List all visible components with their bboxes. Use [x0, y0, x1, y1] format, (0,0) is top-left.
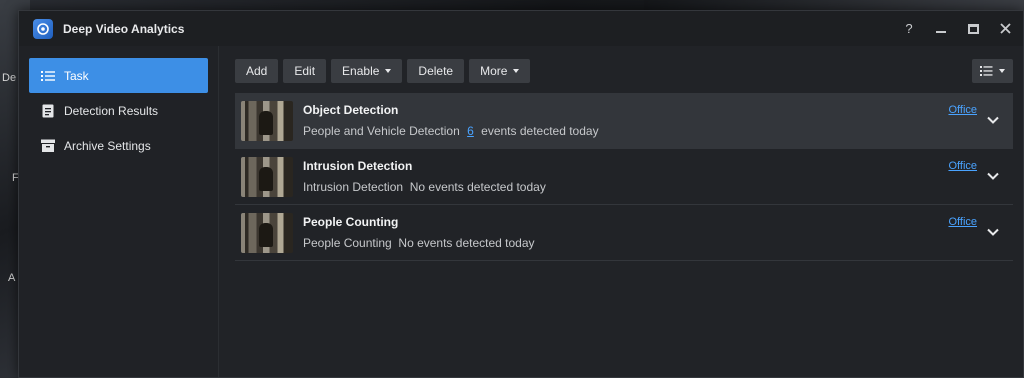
camera-thumbnail: [241, 100, 293, 141]
desktop-icon-label[interactable]: De: [2, 72, 16, 84]
camera-thumbnail: [241, 212, 293, 253]
task-status: People Counting No events detected today: [303, 236, 1007, 250]
task-status: People and Vehicle Detection 6 events de…: [303, 124, 1007, 138]
task-title: Object Detection: [303, 103, 399, 117]
desktop-icon-label[interactable]: A: [8, 272, 15, 284]
event-status-text: No events detected today: [409, 180, 546, 194]
chevron-down-icon: [987, 172, 999, 180]
chevron-down-icon: [987, 228, 999, 236]
sidebar-item-archive-settings[interactable]: Archive Settings: [29, 128, 208, 163]
titlebar[interactable]: Deep Video Analytics ?: [19, 11, 1023, 46]
task-type: People and Vehicle Detection: [303, 124, 460, 138]
maximize-button[interactable]: [965, 21, 981, 37]
toolbar: Add Edit Enable Delete More: [235, 59, 1013, 83]
chevron-down-icon: [385, 69, 392, 73]
close-button[interactable]: [997, 21, 1013, 37]
task-type: Intrusion Detection: [303, 180, 404, 194]
task-status: Intrusion Detection No events detected t…: [303, 180, 1007, 194]
minimize-button[interactable]: [933, 21, 949, 37]
expand-button[interactable]: [985, 168, 1001, 184]
location-link[interactable]: Office: [948, 216, 977, 228]
sidebar-item-detection-results[interactable]: Detection Results: [29, 93, 208, 128]
location-link[interactable]: Office: [948, 160, 977, 172]
event-status-text: No events detected today: [398, 236, 535, 250]
help-button[interactable]: ?: [901, 21, 917, 37]
more-dropdown-button[interactable]: More: [469, 59, 531, 83]
more-label: More: [480, 64, 508, 78]
expand-button[interactable]: [985, 224, 1001, 240]
window-title: Deep Video Analytics: [63, 21, 185, 36]
task-row[interactable]: Object Detection People and Vehicle Dete…: [235, 93, 1013, 149]
event-status-text: events detected today: [481, 124, 599, 138]
task-row[interactable]: Intrusion Detection Intrusion Detection …: [235, 149, 1013, 205]
task-title: People Counting: [303, 215, 399, 229]
chevron-down-icon: [513, 69, 520, 73]
task-title: Intrusion Detection: [303, 159, 413, 173]
chevron-down-icon: [999, 69, 1005, 73]
sidebar: Task Detection Results Archive Settings: [19, 46, 219, 377]
enable-label: Enable: [342, 64, 380, 78]
expand-button[interactable]: [985, 112, 1001, 128]
enable-dropdown-button[interactable]: Enable: [331, 59, 403, 83]
list-icon: [41, 69, 55, 83]
sidebar-item-label: Detection Results: [64, 103, 159, 118]
edit-button[interactable]: Edit: [283, 59, 327, 83]
close-icon: [999, 23, 1011, 34]
camera-thumbnail: [241, 156, 293, 197]
delete-button[interactable]: Delete: [407, 59, 465, 83]
task-row[interactable]: People Counting People Counting No event…: [235, 205, 1013, 261]
document-icon: [41, 104, 55, 118]
sidebar-item-label: Task: [64, 68, 89, 83]
app-window: Deep Video Analytics ? Task Detection Re: [18, 10, 1024, 378]
add-button[interactable]: Add: [235, 59, 279, 83]
sidebar-item-label: Archive Settings: [64, 138, 151, 153]
list-view-icon: [980, 66, 993, 76]
maximize-icon: [967, 23, 979, 34]
location-link[interactable]: Office: [948, 104, 977, 116]
event-count-link[interactable]: 6: [467, 124, 474, 138]
chevron-down-icon: [987, 116, 999, 124]
app-logo-icon: [33, 18, 53, 39]
main-panel: Add Edit Enable Delete More Object Detec…: [219, 46, 1023, 377]
task-list: Object Detection People and Vehicle Dete…: [235, 93, 1013, 261]
view-mode-button[interactable]: [972, 59, 1013, 83]
sidebar-item-task[interactable]: Task: [29, 58, 208, 93]
minimize-icon: [936, 30, 946, 33]
archive-icon: [41, 139, 55, 153]
task-type: People Counting: [303, 236, 392, 250]
